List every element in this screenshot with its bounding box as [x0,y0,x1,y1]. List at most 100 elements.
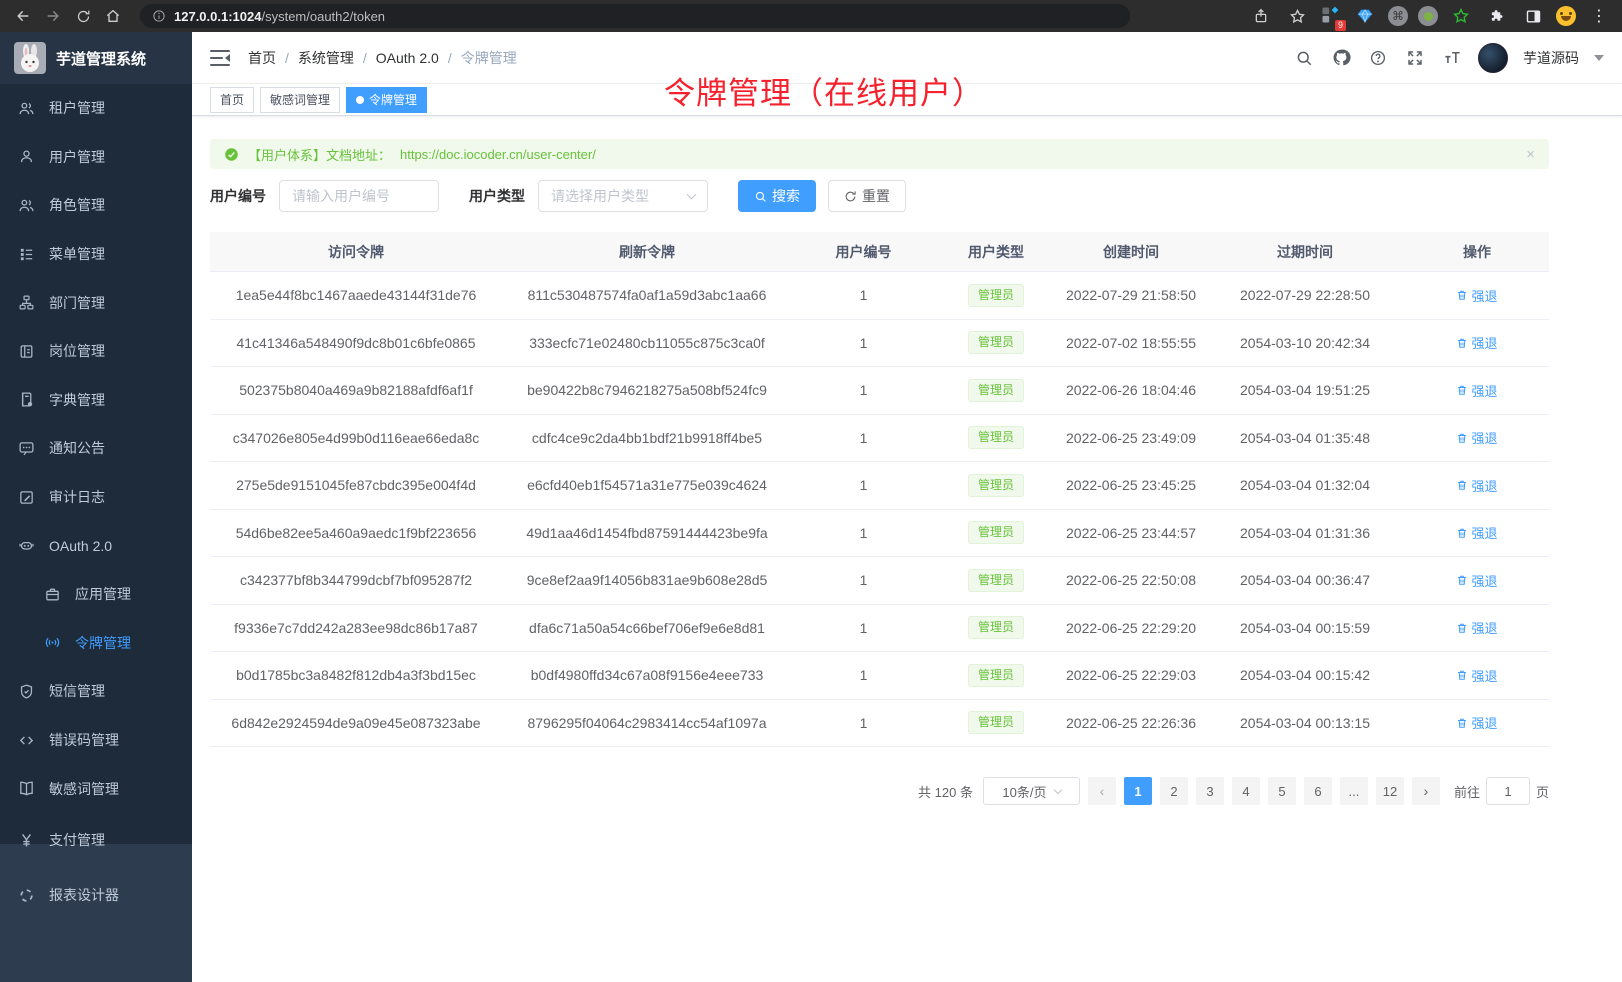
browser-forward-icon[interactable] [40,3,66,29]
select-chevron-icon [1053,786,1061,794]
sidebar-collapse-icon[interactable] [210,50,230,66]
sidebar-item-roles[interactable]: 角色管理 [0,181,192,230]
star-extension-icon[interactable] [1448,3,1474,29]
sidebar-item-dicts[interactable]: 字典管理 [0,376,192,425]
page-button[interactable]: 12 [1376,777,1404,805]
force-logout-button[interactable]: 强退 [1456,666,1497,685]
table-row: 41c41346a548490f9dc8b01c6bfe0865 333ecfc… [210,320,1549,368]
sidebar-item-audit-logs[interactable]: 审计日志 [0,473,192,522]
font-size-icon[interactable] [1441,47,1463,69]
sidebar-logo-row[interactable]: 芋道管理系统 [0,32,192,84]
breadcrumb-item[interactable]: 令牌管理 [439,48,517,68]
sidebar-item-sms[interactable]: 短信管理 [0,667,192,716]
address-bar[interactable]: 127.0.0.1:1024/system/oauth2/token [140,4,1130,28]
breadcrumb-item[interactable]: 首页 [248,48,276,68]
page-button[interactable]: 3 [1196,777,1224,805]
breadcrumb-item[interactable]: 系统管理 [276,48,354,68]
browser-reload-icon[interactable] [70,3,96,29]
page-button[interactable]: 2 [1160,777,1188,805]
user-avatar[interactable] [1478,43,1508,73]
sidebar-item-menus[interactable]: 菜单管理 [0,230,192,279]
force-logout-button[interactable]: 强退 [1456,381,1497,400]
force-logout-button[interactable]: 强退 [1456,571,1497,590]
breadcrumb-item[interactable]: OAuth 2.0 [354,50,439,66]
view-tab[interactable]: 令牌管理 [346,87,427,113]
user-type-tag: 管理员 [968,616,1024,639]
force-logout-button[interactable]: 强退 [1456,523,1497,542]
sidebar-item-posts[interactable]: 岗位管理 [0,327,192,376]
command-extension-icon[interactable]: ⌘ [1388,6,1408,26]
sidebar-item-report-designer[interactable]: 报表设计器 [0,868,192,923]
page-button[interactable]: ... [1340,777,1368,805]
prev-page-button[interactable]: ‹ [1088,777,1116,805]
url-text: 127.0.0.1:1024/system/oauth2/token [174,9,385,24]
browser-back-icon[interactable] [10,3,36,29]
browser-home-icon[interactable] [100,3,126,29]
user-menu-caret-icon[interactable] [1594,55,1604,66]
gem-extension-icon[interactable] [1352,3,1378,29]
view-tab[interactable]: 敏感词管理 [260,87,340,113]
page-button[interactable]: 1 [1124,777,1152,805]
user-id-input[interactable] [279,180,439,212]
profile-avatar-icon[interactable] [1556,6,1576,26]
force-logout-button[interactable]: 强退 [1456,333,1497,352]
sidebar-item-error-codes[interactable]: 错误码管理 [0,716,192,765]
side-panel-icon[interactable] [1520,3,1546,29]
page-size-select[interactable]: 10条/页 [983,777,1080,805]
sidebar-item-tenants[interactable]: 租户管理 [0,84,192,133]
sidebar-item-sensitive-words[interactable]: 敏感词管理 [0,764,192,813]
force-logout-button[interactable]: 强退 [1456,428,1497,447]
next-page-button[interactable]: › [1412,777,1440,805]
menu-tree-icon [18,246,35,263]
extension-badge-icon[interactable]: 9 [1320,5,1342,27]
sidebar-item-oauth2-apps[interactable]: 应用管理 [0,570,192,619]
sidebar-item-oauth2[interactable]: OAuth 2.0 [0,521,192,570]
bookmark-star-icon[interactable] [1284,3,1310,29]
fullscreen-icon[interactable] [1404,47,1426,69]
record-extension-icon[interactable] [1418,6,1438,26]
sidebar-item-notices[interactable]: 通知公告 [0,424,192,473]
alert-link[interactable]: https://doc.iocoder.cn/user-center/ [400,147,596,162]
app-logo [14,42,46,74]
goto-page-input[interactable] [1486,777,1530,805]
sidebar-item-pay[interactable]: 支付管理 [0,813,192,868]
share-icon[interactable] [1248,3,1274,29]
create-time-cell: 2022-07-02 18:55:55 [1057,335,1205,351]
user-id-cell: 1 [792,430,935,446]
col-actions: 操作 [1405,242,1549,262]
force-logout-button[interactable]: 强退 [1456,618,1497,637]
org-chart-icon [18,294,35,311]
access-token-cell: b0d1785bc3a8482f812db4a3f3bd15ec [210,667,502,683]
sidebar-item-oauth2-tokens[interactable]: 令牌管理 [0,619,192,668]
force-logout-button[interactable]: 强退 [1456,286,1497,305]
sidebar-item-depts[interactable]: 部门管理 [0,278,192,327]
force-logout-button[interactable]: 强退 [1456,476,1497,495]
page-button[interactable]: 5 [1268,777,1296,805]
refresh-token-cell: cdfc4ce9c2da4bb1bdf21b9918ff4be5 [502,430,792,446]
user-type-select[interactable]: 请选择用户类型 [538,180,708,212]
puzzle-extensions-icon[interactable] [1484,3,1510,29]
force-logout-button[interactable]: 强退 [1456,713,1497,732]
pagination-bar: 共 120 条 10条/页 ‹ 1 2 3 4 [210,777,1549,805]
user-type-tag: 管理员 [968,426,1024,449]
create-time-cell: 2022-06-25 22:29:03 [1057,667,1205,683]
reset-button[interactable]: 重置 [828,180,906,212]
page-button[interactable]: 4 [1232,777,1260,805]
user-name[interactable]: 芋道源码 [1523,48,1579,68]
sidebar-item-users[interactable]: 用户管理 [0,133,192,182]
search-button[interactable]: 搜索 [738,180,816,212]
page-button[interactable]: 6 [1304,777,1332,805]
report-designer-icon [18,887,35,904]
github-icon[interactable] [1330,47,1352,69]
view-tab-label: 敏感词管理 [270,91,330,108]
table-row: 54d6be82ee5a460a9aedc1f9bf223656 49d1aa4… [210,510,1549,558]
browser-menu-icon[interactable]: ⋮ [1586,3,1612,29]
user-id-cell: 1 [792,572,935,588]
site-info-icon[interactable] [152,9,166,23]
col-access-token: 访问令牌 [210,242,502,262]
help-icon[interactable] [1367,47,1389,69]
view-tab[interactable]: 首页 [210,87,254,113]
alert-close-icon[interactable]: × [1526,146,1535,163]
search-icon[interactable] [1293,47,1315,69]
sidebar-item-label: OAuth 2.0 [49,538,112,554]
